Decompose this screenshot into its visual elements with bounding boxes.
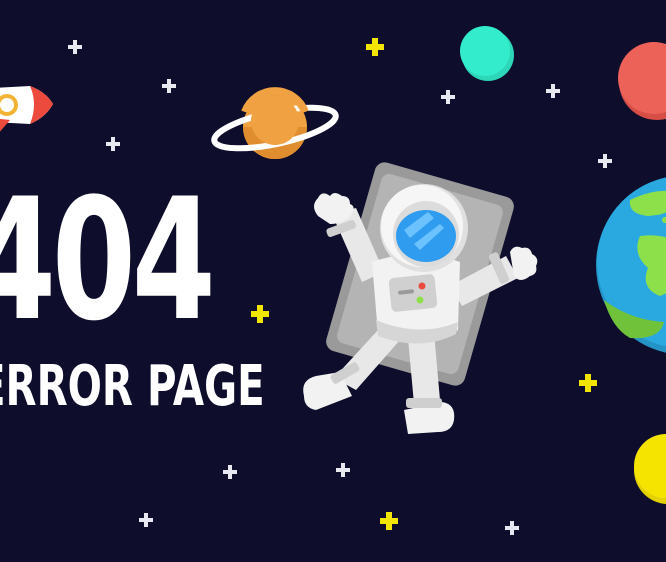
yellow-planet-icon [634, 434, 666, 504]
red-planet-icon [618, 42, 666, 120]
sparkle-icon [441, 90, 455, 104]
sparkle-icon [579, 374, 597, 392]
earth-icon [596, 177, 666, 353]
astronaut-icon [303, 162, 538, 434]
sparkle-icon [68, 40, 82, 54]
sparkle-icon [366, 38, 384, 56]
teal-planet-icon [460, 26, 514, 81]
sparkle-icon [336, 463, 350, 477]
sparkle-icon [546, 84, 560, 98]
error-code: 404 [0, 162, 216, 358]
sparkle-icon [139, 513, 153, 527]
error-404-illustration: 404 ERROR PAGE [0, 0, 666, 562]
sparkle-icon [251, 305, 269, 323]
sparkle-icon [505, 521, 519, 535]
sparkle-icon [162, 79, 176, 93]
sparkle-icon [380, 512, 398, 530]
sparkle-icon [223, 465, 237, 479]
sparkle-icon [598, 154, 612, 168]
rocket-icon [0, 86, 53, 132]
sparkle-icon [106, 137, 120, 151]
error-subtitle: ERROR PAGE [0, 354, 265, 419]
saturn-icon [211, 87, 339, 159]
